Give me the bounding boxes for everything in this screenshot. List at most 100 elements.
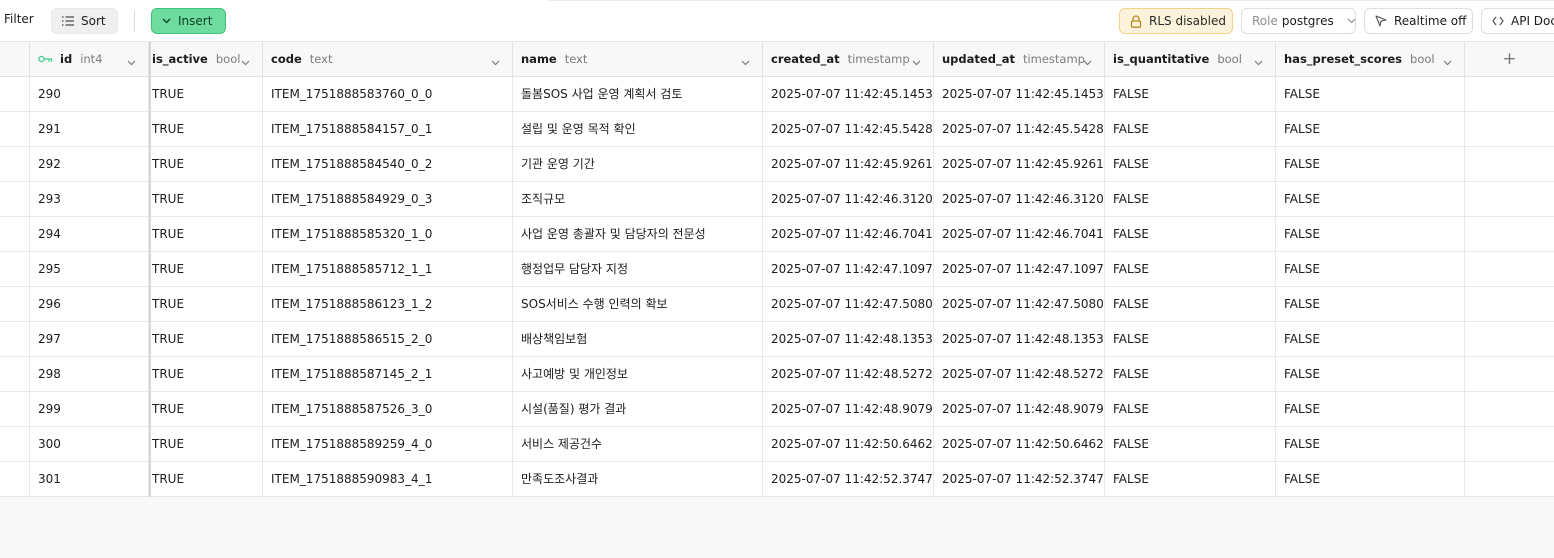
- chevron-down-icon[interactable]: [241, 55, 250, 66]
- column-header-updated-at[interactable]: updated_at timestamp: [934, 42, 1105, 77]
- chevron-down-icon[interactable]: [741, 55, 750, 66]
- cell-code[interactable]: ITEM_1751888584157_0_1: [263, 112, 513, 147]
- column-header-has-preset-scores[interactable]: has_preset_scores bool: [1276, 42, 1465, 77]
- cell-updated-at[interactable]: 2025-07-07 11:42:45.145337: [934, 77, 1105, 112]
- cell-is-quantitative[interactable]: FALSE: [1105, 217, 1276, 252]
- column-header-is-active[interactable]: is_active bool: [149, 42, 263, 77]
- cell-id[interactable]: 301: [30, 462, 149, 497]
- column-header-id[interactable]: id int4: [30, 42, 149, 77]
- cell-is-active[interactable]: TRUE: [149, 357, 263, 392]
- table-row[interactable]: 292 TRUE ITEM_1751888584540_0_2 기관 운영 기간 202…: [0, 147, 1554, 182]
- cell-is-quantitative[interactable]: FALSE: [1105, 357, 1276, 392]
- chevron-down-icon[interactable]: [491, 55, 500, 66]
- cell-updated-at[interactable]: 2025-07-07 11:42:46.312009: [934, 182, 1105, 217]
- row-select-cell[interactable]: [0, 427, 30, 462]
- cell-created-at[interactable]: 2025-07-07 11:42:47.508032: [763, 287, 934, 322]
- cell-is-quantitative[interactable]: FALSE: [1105, 462, 1276, 497]
- cell-code[interactable]: ITEM_1751888586123_1_2: [263, 287, 513, 322]
- column-header-code[interactable]: code text: [263, 42, 513, 77]
- table-row[interactable]: 293 TRUE ITEM_1751888584929_0_3 조직규모 2025-07…: [0, 182, 1554, 217]
- cell-has-preset-scores[interactable]: FALSE: [1276, 77, 1465, 112]
- cell-updated-at[interactable]: 2025-07-07 11:42:48.135363: [934, 322, 1105, 357]
- cell-is-active[interactable]: TRUE: [149, 287, 263, 322]
- cell-has-preset-scores[interactable]: FALSE: [1276, 252, 1465, 287]
- cell-id[interactable]: 291: [30, 112, 149, 147]
- cell-has-preset-scores[interactable]: FALSE: [1276, 357, 1465, 392]
- sort-button[interactable]: Sort: [51, 8, 118, 34]
- column-header-is-quantitative[interactable]: is_quantitative bool: [1105, 42, 1276, 77]
- cell-has-preset-scores[interactable]: FALSE: [1276, 427, 1465, 462]
- cell-updated-at[interactable]: 2025-07-07 11:42:50.646218: [934, 427, 1105, 462]
- cell-created-at[interactable]: 2025-07-07 11:42:52.374783: [763, 462, 934, 497]
- cell-created-at[interactable]: 2025-07-07 11:42:48.52727: [763, 357, 934, 392]
- cell-name[interactable]: SOS서비스 수행 인력의 확보: [513, 287, 763, 322]
- cell-code[interactable]: ITEM_1751888583760_0_0: [263, 77, 513, 112]
- cell-id[interactable]: 299: [30, 392, 149, 427]
- table-row[interactable]: 299 TRUE ITEM_1751888587526_3_0 시설(품질) 평가 결…: [0, 392, 1554, 427]
- cell-has-preset-scores[interactable]: FALSE: [1276, 182, 1465, 217]
- cell-updated-at[interactable]: 2025-07-07 11:42:47.508032: [934, 287, 1105, 322]
- cell-is-quantitative[interactable]: FALSE: [1105, 147, 1276, 182]
- row-select-cell[interactable]: [0, 357, 30, 392]
- cell-is-active[interactable]: TRUE: [149, 252, 263, 287]
- table-row[interactable]: 301 TRUE ITEM_1751888590983_4_1 만족도조사결과 2025…: [0, 462, 1554, 497]
- cell-updated-at[interactable]: 2025-07-07 11:42:45.542894: [934, 112, 1105, 147]
- row-select-cell[interactable]: [0, 462, 30, 497]
- api-docs-button[interactable]: API Docs: [1481, 8, 1554, 34]
- cell-is-active[interactable]: TRUE: [149, 217, 263, 252]
- cell-id[interactable]: 297: [30, 322, 149, 357]
- cell-has-preset-scores[interactable]: FALSE: [1276, 392, 1465, 427]
- cell-id[interactable]: 292: [30, 147, 149, 182]
- cell-id[interactable]: 294: [30, 217, 149, 252]
- row-select-cell[interactable]: [0, 77, 30, 112]
- cell-name[interactable]: 만족도조사결과: [513, 462, 763, 497]
- cell-is-quantitative[interactable]: FALSE: [1105, 77, 1276, 112]
- rls-disabled-button[interactable]: RLS disabled: [1119, 8, 1233, 34]
- cell-is-active[interactable]: TRUE: [149, 462, 263, 497]
- cell-is-active[interactable]: TRUE: [149, 427, 263, 462]
- cell-created-at[interactable]: 2025-07-07 11:42:45.926124: [763, 147, 934, 182]
- cell-updated-at[interactable]: 2025-07-07 11:42:46.704149: [934, 217, 1105, 252]
- chevron-down-icon[interactable]: [127, 55, 136, 66]
- table-row[interactable]: 297 TRUE ITEM_1751888586515_2_0 배상책임보험 2025-…: [0, 322, 1554, 357]
- column-header-name[interactable]: name text: [513, 42, 763, 77]
- cell-code[interactable]: ITEM_1751888584929_0_3: [263, 182, 513, 217]
- cell-created-at[interactable]: 2025-07-07 11:42:45.145337: [763, 77, 934, 112]
- cell-id[interactable]: 300: [30, 427, 149, 462]
- cell-updated-at[interactable]: 2025-07-07 11:42:45.926124: [934, 147, 1105, 182]
- cell-created-at[interactable]: 2025-07-07 11:42:50.646218: [763, 427, 934, 462]
- column-header-created-at[interactable]: created_at timestamp: [763, 42, 934, 77]
- cell-name[interactable]: 설립 및 운영 목적 확인: [513, 112, 763, 147]
- cell-has-preset-scores[interactable]: FALSE: [1276, 462, 1465, 497]
- cell-code[interactable]: ITEM_1751888590983_4_1: [263, 462, 513, 497]
- cell-id[interactable]: 295: [30, 252, 149, 287]
- cell-id[interactable]: 296: [30, 287, 149, 322]
- chevron-down-icon[interactable]: [1254, 55, 1263, 66]
- cell-has-preset-scores[interactable]: FALSE: [1276, 322, 1465, 357]
- cell-updated-at[interactable]: 2025-07-07 11:42:52.374783: [934, 462, 1105, 497]
- row-select-cell[interactable]: [0, 217, 30, 252]
- cell-is-quantitative[interactable]: FALSE: [1105, 322, 1276, 357]
- cell-name[interactable]: 사업 운영 총괄자 및 담당자의 전문성: [513, 217, 763, 252]
- cell-is-quantitative[interactable]: FALSE: [1105, 112, 1276, 147]
- cell-name[interactable]: 행정업무 담당자 지정: [513, 252, 763, 287]
- row-select-cell[interactable]: [0, 112, 30, 147]
- cell-is-active[interactable]: TRUE: [149, 322, 263, 357]
- cell-created-at[interactable]: 2025-07-07 11:42:48.907989: [763, 392, 934, 427]
- add-column-button[interactable]: +: [1465, 42, 1554, 77]
- cell-updated-at[interactable]: 2025-07-07 11:42:48.52727: [934, 357, 1105, 392]
- realtime-button[interactable]: Realtime off: [1364, 8, 1473, 34]
- cell-is-active[interactable]: TRUE: [149, 147, 263, 182]
- row-select-cell[interactable]: [0, 392, 30, 427]
- cell-id[interactable]: 290: [30, 77, 149, 112]
- cell-created-at[interactable]: 2025-07-07 11:42:48.135363: [763, 322, 934, 357]
- cell-is-quantitative[interactable]: FALSE: [1105, 182, 1276, 217]
- table-row[interactable]: 290 TRUE ITEM_1751888583760_0_0 돌봄SOS 사업 운영…: [0, 77, 1554, 112]
- row-select-cell[interactable]: [0, 252, 30, 287]
- chevron-down-icon[interactable]: [912, 55, 921, 66]
- cell-code[interactable]: ITEM_1751888589259_4_0: [263, 427, 513, 462]
- cell-is-quantitative[interactable]: FALSE: [1105, 427, 1276, 462]
- cell-has-preset-scores[interactable]: FALSE: [1276, 217, 1465, 252]
- cell-has-preset-scores[interactable]: FALSE: [1276, 112, 1465, 147]
- cell-created-at[interactable]: 2025-07-07 11:42:47.109713: [763, 252, 934, 287]
